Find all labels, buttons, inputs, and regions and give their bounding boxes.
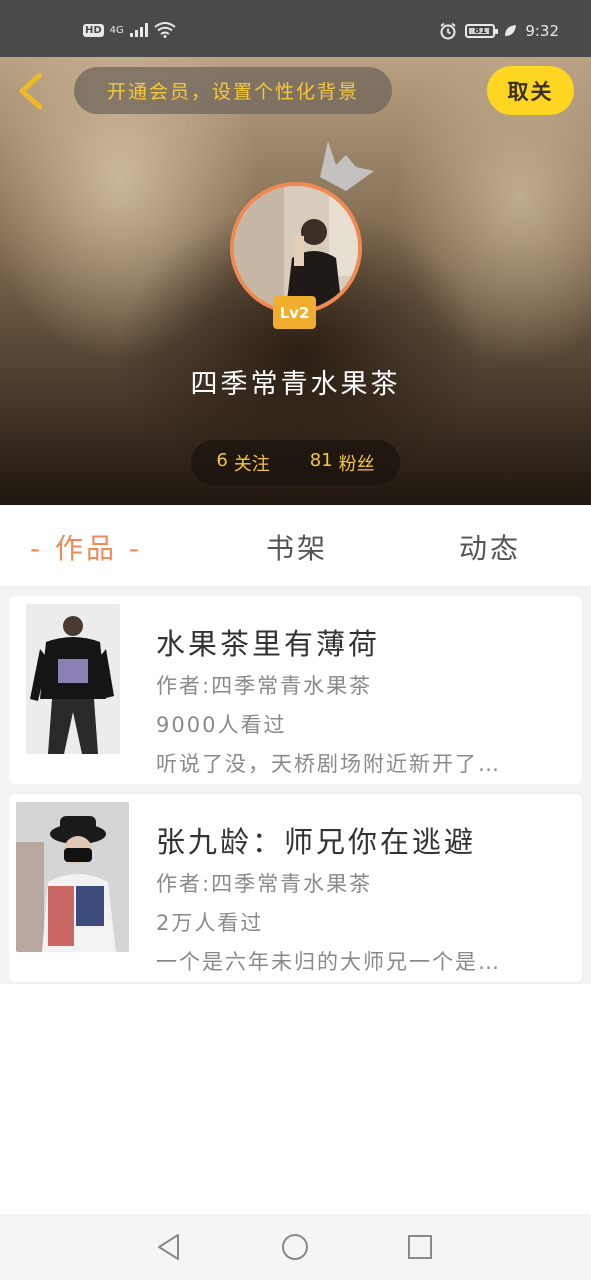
tab-moments[interactable]: 动态 bbox=[459, 527, 521, 567]
nav-recent-icon bbox=[408, 1235, 432, 1259]
leaf-icon bbox=[505, 25, 517, 36]
cover-image bbox=[26, 604, 120, 754]
crown-icon bbox=[320, 141, 374, 191]
book-card[interactable]: 张九龄：师兄你在逃避 作者:四季常青水果茶 2万人看过 一个是六年未归的大师兄一… bbox=[9, 794, 582, 982]
nav-back-button[interactable] bbox=[154, 1232, 184, 1262]
stats-pill: 6 关注 81 粉丝 bbox=[191, 440, 400, 485]
hd-icon: HD bbox=[83, 23, 104, 37]
book-cover bbox=[16, 802, 129, 952]
vip-banner[interactable]: 开通会员，设置个性化背景 bbox=[74, 67, 392, 114]
nav-home-button[interactable] bbox=[280, 1232, 310, 1262]
system-nav-bar bbox=[0, 1214, 591, 1280]
book-description: 听说了没，天桥剧场附近新开了… bbox=[156, 752, 501, 776]
followers-stat[interactable]: 81 粉丝 bbox=[310, 450, 375, 476]
following-label: 关注 bbox=[233, 453, 270, 475]
wifi-icon bbox=[154, 22, 176, 38]
book-views: 2万人看过 bbox=[156, 911, 264, 935]
clock: 9:32 bbox=[525, 22, 559, 40]
following-count: 6 bbox=[216, 449, 228, 471]
book-title: 水果茶里有薄荷 bbox=[156, 627, 381, 661]
profile-tabs: - 作品 - 书架 动态 bbox=[0, 505, 591, 587]
tab-bookshelf[interactable]: 书架 bbox=[266, 527, 328, 567]
signal-icon bbox=[129, 23, 148, 37]
status-bar: HD 4G 81 9:32 bbox=[0, 0, 591, 57]
chevron-left-icon bbox=[19, 72, 43, 110]
avatar-image bbox=[234, 186, 358, 310]
status-left: HD 4G bbox=[83, 22, 176, 38]
book-title: 张九龄：师兄你在逃避 bbox=[156, 825, 477, 859]
book-author: 作者:四季常青水果茶 bbox=[156, 872, 373, 896]
book-author: 作者:四季常青水果茶 bbox=[156, 674, 373, 698]
unfollow-button[interactable]: 取关 bbox=[487, 66, 574, 115]
back-button[interactable] bbox=[14, 71, 48, 111]
alarm-icon bbox=[440, 22, 456, 40]
avatar[interactable] bbox=[230, 182, 362, 314]
book-views: 9000人看过 bbox=[156, 713, 287, 737]
nav-back-icon bbox=[158, 1234, 179, 1260]
network-type: 4G bbox=[109, 24, 124, 36]
nav-recent-button[interactable] bbox=[405, 1232, 435, 1262]
followers-label: 粉丝 bbox=[338, 453, 375, 475]
profile-header: 开通会员，设置个性化背景 取关 Lv2 四季常青水果茶 6 关注 81 粉丝 bbox=[0, 57, 591, 505]
status-right: 81 9:32 bbox=[439, 22, 559, 40]
tab-works[interactable]: - 作品 - bbox=[30, 527, 142, 567]
battery-level: 81 bbox=[474, 26, 487, 36]
book-cover bbox=[26, 604, 120, 754]
nav-home-icon bbox=[282, 1234, 308, 1260]
battery-icon: 81 bbox=[465, 24, 499, 38]
following-stat[interactable]: 6 关注 bbox=[216, 450, 269, 476]
followers-count: 81 bbox=[309, 449, 333, 471]
username: 四季常青水果茶 bbox=[190, 369, 401, 400]
level-badge: Lv2 bbox=[273, 296, 316, 329]
book-description: 一个是六年未归的大师兄一个是… bbox=[156, 950, 501, 974]
book-card[interactable]: 水果茶里有薄荷 作者:四季常青水果茶 9000人看过 听说了没，天桥剧场附近新开… bbox=[9, 596, 582, 784]
cover-image bbox=[16, 802, 129, 952]
